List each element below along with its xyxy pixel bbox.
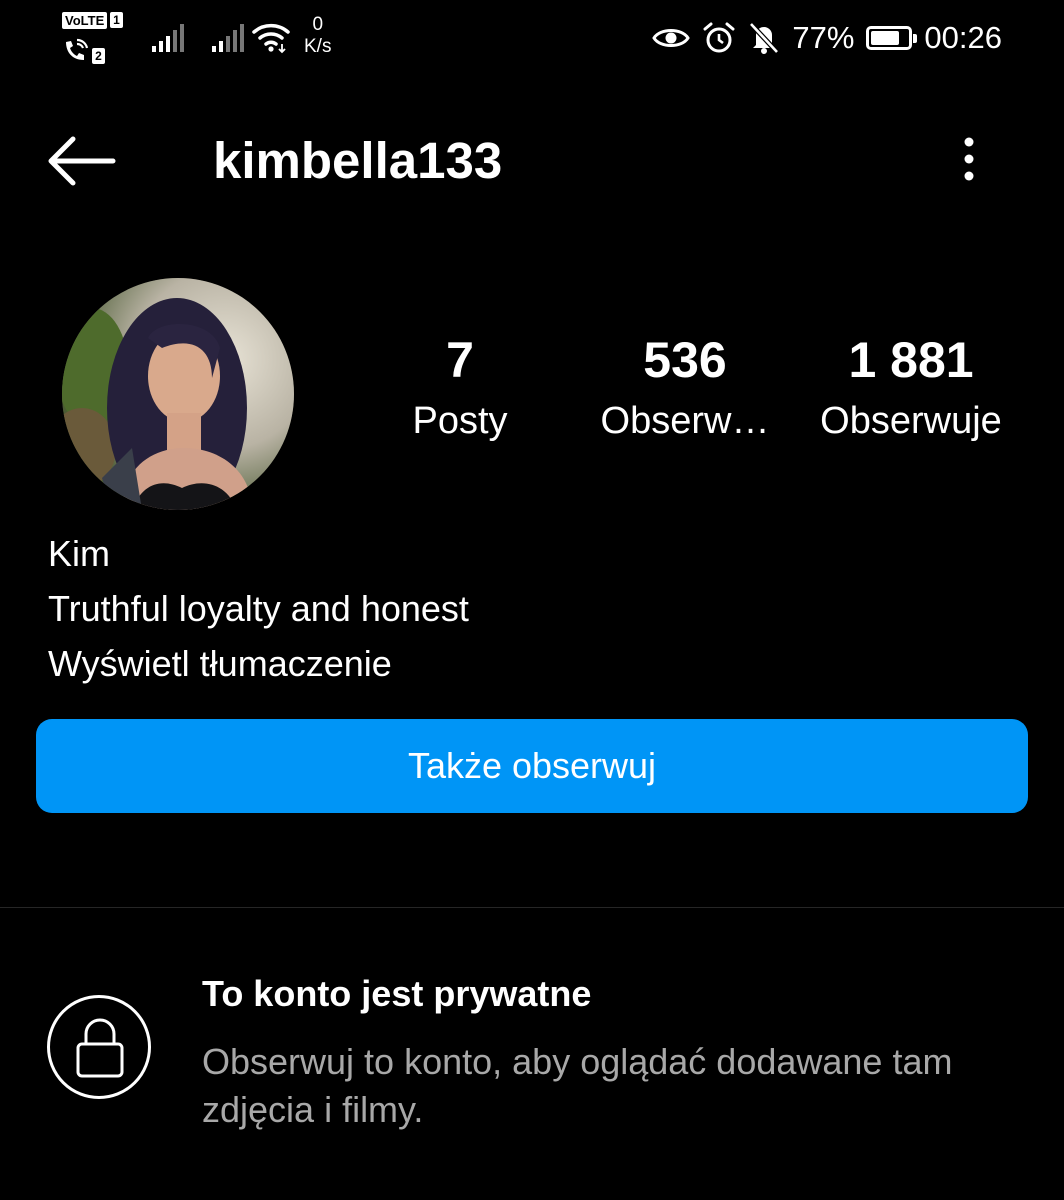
bell-off-icon [748, 21, 780, 55]
alarm-icon [702, 21, 736, 55]
followers-label: Obserw… [600, 400, 770, 442]
posts-number: 7 [446, 332, 474, 388]
profile-stats: 7 Posty 536 Obserw… 1 881 Obserwuje [0, 330, 1064, 470]
following-label: Obserwuje [820, 400, 1002, 442]
network-speed: 0 K/s [304, 14, 332, 57]
followers-count[interactable]: 536 Obserw… [590, 330, 780, 444]
wifi-icon [252, 22, 292, 58]
profile-header: kimbella133 [0, 115, 1064, 205]
sim2-badge: 2 [92, 48, 105, 64]
eye-icon [652, 25, 691, 51]
translate-link[interactable]: Wyświetl tłumaczenie [48, 636, 469, 691]
status-bar: VoLTE 1 2 0 K/s 77% 00:26 [0, 0, 1064, 80]
clock: 00:26 [924, 20, 1002, 55]
status-bar-right: 77% 00:26 [652, 18, 1002, 58]
following-count[interactable]: 1 881 Obserwuje [805, 330, 1017, 444]
battery-icon [866, 26, 918, 50]
profile-username: kimbella133 [213, 132, 503, 189]
private-account-description: Obserwuj to konto, aby oglądać dodawane … [202, 1041, 953, 1130]
divider [0, 907, 1064, 908]
profile-name: Kim [48, 533, 110, 574]
sim1-badge: 1 [110, 12, 123, 28]
volte-badge: VoLTE [62, 12, 108, 29]
followers-number: 536 [643, 332, 727, 388]
posts-label: Posty [412, 400, 508, 442]
private-account-title: To konto jest prywatne [202, 973, 592, 1014]
lock-icon [47, 995, 151, 1099]
battery-level [871, 31, 900, 45]
follow-back-button[interactable]: Także obserwuj [36, 719, 1028, 813]
profile-bio: Kim Truthful loyalty and honest Wyświetl… [48, 526, 469, 691]
signal-bars-icon [212, 24, 246, 56]
following-number: 1 881 [848, 332, 974, 388]
vertical-dots-icon [964, 137, 974, 181]
back-button[interactable] [45, 135, 117, 187]
signal-bars-icon [152, 24, 186, 56]
bio-text: Truthful loyalty and honest [48, 588, 469, 629]
battery-percent: 77% [792, 20, 855, 55]
more-options-button[interactable] [950, 133, 988, 185]
posts-count[interactable]: 7 Posty [390, 330, 530, 444]
arrow-left-icon [48, 136, 116, 186]
wifi-calling-icon [62, 38, 90, 68]
